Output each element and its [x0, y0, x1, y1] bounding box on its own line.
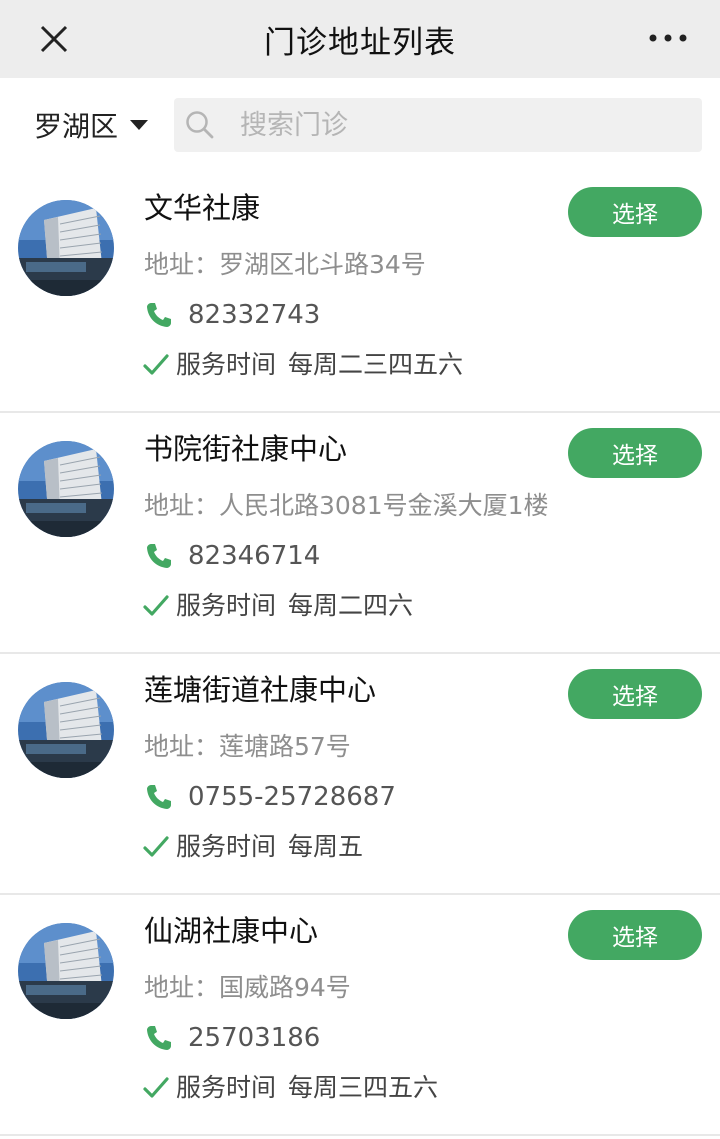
clinic-phone: 0755-25728687 — [188, 782, 396, 812]
clinic-phone: 25703186 — [188, 1023, 321, 1053]
hours-label: 服务时间 — [176, 350, 277, 379]
hours-row: 服务时间 每周三四五六 — [142, 1071, 438, 1105]
phone-row[interactable]: 25703186 — [144, 1021, 320, 1055]
clinic-phone: 82346714 — [188, 541, 321, 571]
clinic-address: 地址：国威路94号 — [144, 973, 351, 1002]
hours-row: 服务时间 每周五 — [142, 830, 363, 864]
search-icon — [186, 111, 214, 139]
clinic-name: 莲塘街道社康中心 — [144, 673, 377, 707]
avatar — [18, 682, 114, 778]
avatar — [18, 923, 114, 1019]
clinic-hours: 每周三四五六 — [288, 1073, 439, 1102]
phone-icon — [147, 544, 171, 568]
caret-down-icon — [130, 120, 149, 130]
hours-row: 服务时间 每周二三四五六 — [142, 348, 463, 382]
clinic-phone: 82332743 — [188, 300, 321, 330]
select-button[interactable]: 选择 — [568, 669, 702, 719]
phone-icon — [147, 785, 171, 809]
search-box[interactable] — [174, 98, 702, 152]
clinic-hours: 每周五 — [288, 832, 364, 861]
phone-row[interactable]: 82346714 — [144, 539, 320, 573]
clinic-address: 地址：罗湖区北斗路34号 — [144, 250, 426, 279]
list-item: 书院街社康中心 地址：人民北路3081号金溪大厦1楼 82346714 服务时间… — [0, 413, 720, 654]
hours-label: 服务时间 — [176, 1073, 277, 1102]
navbar: 门诊地址列表 — [0, 0, 720, 78]
phone-icon — [147, 1026, 171, 1050]
district-dropdown[interactable]: 罗湖区 — [34, 105, 174, 145]
hours-row: 服务时间 每周二四六 — [142, 589, 413, 623]
clinic-address: 地址：莲塘路57号 — [144, 732, 351, 761]
page-title: 门诊地址列表 — [264, 24, 456, 61]
clinic-hours: 每周二四六 — [288, 591, 414, 620]
phone-icon — [147, 303, 171, 327]
check-icon — [143, 1077, 169, 1098]
list-item: 仙湖社康中心 地址：国威路94号 25703186 服务时间 每周三四五六 选择 — [0, 895, 720, 1136]
check-icon — [143, 836, 169, 857]
select-button[interactable]: 选择 — [568, 910, 702, 960]
search-input[interactable] — [240, 109, 702, 141]
district-label: 罗湖区 — [34, 110, 119, 143]
clinic-name: 文华社康 — [144, 191, 261, 225]
clinic-name: 仙湖社康中心 — [144, 914, 319, 948]
phone-row[interactable]: 82332743 — [144, 298, 320, 332]
more-icon[interactable] — [646, 26, 690, 50]
list-item: 莲塘街道社康中心 地址：莲塘路57号 0755-25728687 服务时间 每周… — [0, 654, 720, 895]
check-icon — [143, 595, 169, 616]
phone-row[interactable]: 0755-25728687 — [144, 780, 396, 814]
clinic-list: 文华社康 地址：罗湖区北斗路34号 82332743 服务时间 每周二三四五六 … — [0, 172, 720, 1136]
clinic-address: 地址：人民北路3081号金溪大厦1楼 — [144, 491, 549, 520]
hours-label: 服务时间 — [176, 591, 277, 620]
close-icon[interactable] — [34, 19, 74, 59]
hours-label: 服务时间 — [176, 832, 277, 861]
list-item: 文华社康 地址：罗湖区北斗路34号 82332743 服务时间 每周二三四五六 … — [0, 172, 720, 413]
select-button[interactable]: 选择 — [568, 187, 702, 237]
check-icon — [143, 354, 169, 375]
clinic-name: 书院街社康中心 — [144, 432, 348, 466]
avatar — [18, 200, 114, 296]
clinic-hours: 每周二三四五六 — [288, 350, 464, 379]
avatar — [18, 441, 114, 537]
select-button[interactable]: 选择 — [568, 428, 702, 478]
filter-bar: 罗湖区 — [0, 78, 720, 172]
